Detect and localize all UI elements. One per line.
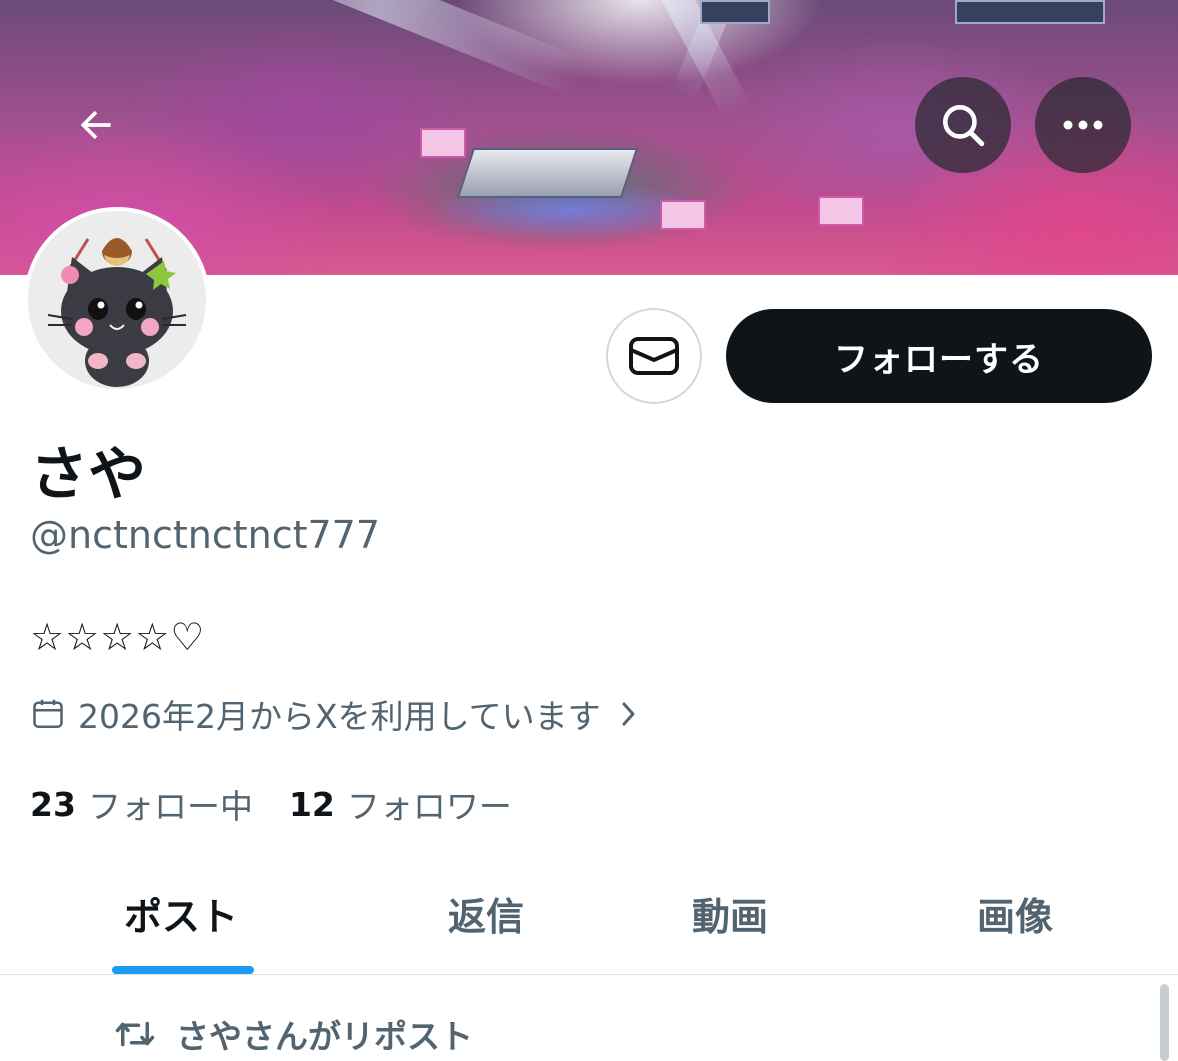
more-horizontal-icon bbox=[1063, 120, 1103, 130]
active-tab-indicator bbox=[112, 966, 254, 974]
following-link[interactable]: 23 フォロー中 bbox=[30, 780, 253, 828]
joined-date-text: 2026年2月からXを利用しています bbox=[78, 697, 601, 736]
tab-posts[interactable]: ポスト bbox=[124, 886, 238, 941]
chevron-right-icon bbox=[622, 702, 635, 726]
followers-count: 12 bbox=[288, 784, 335, 824]
repost-icon bbox=[115, 1021, 155, 1047]
stage-tower bbox=[818, 196, 864, 226]
stage bbox=[456, 148, 639, 198]
cat-avatar-image bbox=[28, 211, 206, 389]
venue-screen bbox=[700, 0, 770, 24]
followers-label: フォロワー bbox=[346, 787, 512, 826]
profile-avatar[interactable] bbox=[24, 207, 210, 393]
scrollbar[interactable] bbox=[1160, 984, 1169, 1061]
arrow-left-icon bbox=[80, 110, 111, 140]
tab-replies[interactable]: 返信 bbox=[448, 886, 524, 941]
joined-date-row[interactable]: 2026年2月からXを利用しています bbox=[30, 692, 639, 736]
user-handle: @nctnctnctnct777 bbox=[30, 513, 381, 557]
envelope-icon bbox=[629, 337, 679, 375]
message-button[interactable] bbox=[606, 308, 702, 404]
stage-tower bbox=[660, 200, 706, 230]
followers-link[interactable]: 12 フォロワー bbox=[289, 780, 512, 828]
follow-button[interactable]: フォローする bbox=[726, 309, 1152, 403]
stage-tower bbox=[420, 128, 466, 158]
repost-text: さやさんがリポスト bbox=[176, 1017, 473, 1056]
back-button[interactable] bbox=[48, 77, 144, 173]
calendar-icon bbox=[33, 699, 63, 729]
search-icon bbox=[943, 105, 985, 147]
tab-images[interactable]: 画像 bbox=[977, 886, 1053, 941]
profile-tabs: ポスト 返信 動画 画像 bbox=[0, 856, 1178, 975]
repost-indicator[interactable]: さやさんがリポスト bbox=[114, 1010, 473, 1058]
display-name: さや bbox=[30, 440, 147, 508]
light-beam bbox=[180, 0, 585, 96]
following-label: フォロー中 bbox=[87, 787, 253, 826]
profile-bio: ☆☆☆☆♡ bbox=[30, 615, 206, 659]
search-button[interactable] bbox=[915, 77, 1011, 173]
more-options-button[interactable] bbox=[1035, 77, 1131, 173]
venue-screen bbox=[955, 0, 1105, 24]
tab-videos[interactable]: 動画 bbox=[692, 886, 768, 941]
following-count: 23 bbox=[30, 784, 76, 824]
follow-stats: 23 フォロー中 12 フォロワー bbox=[30, 780, 548, 828]
